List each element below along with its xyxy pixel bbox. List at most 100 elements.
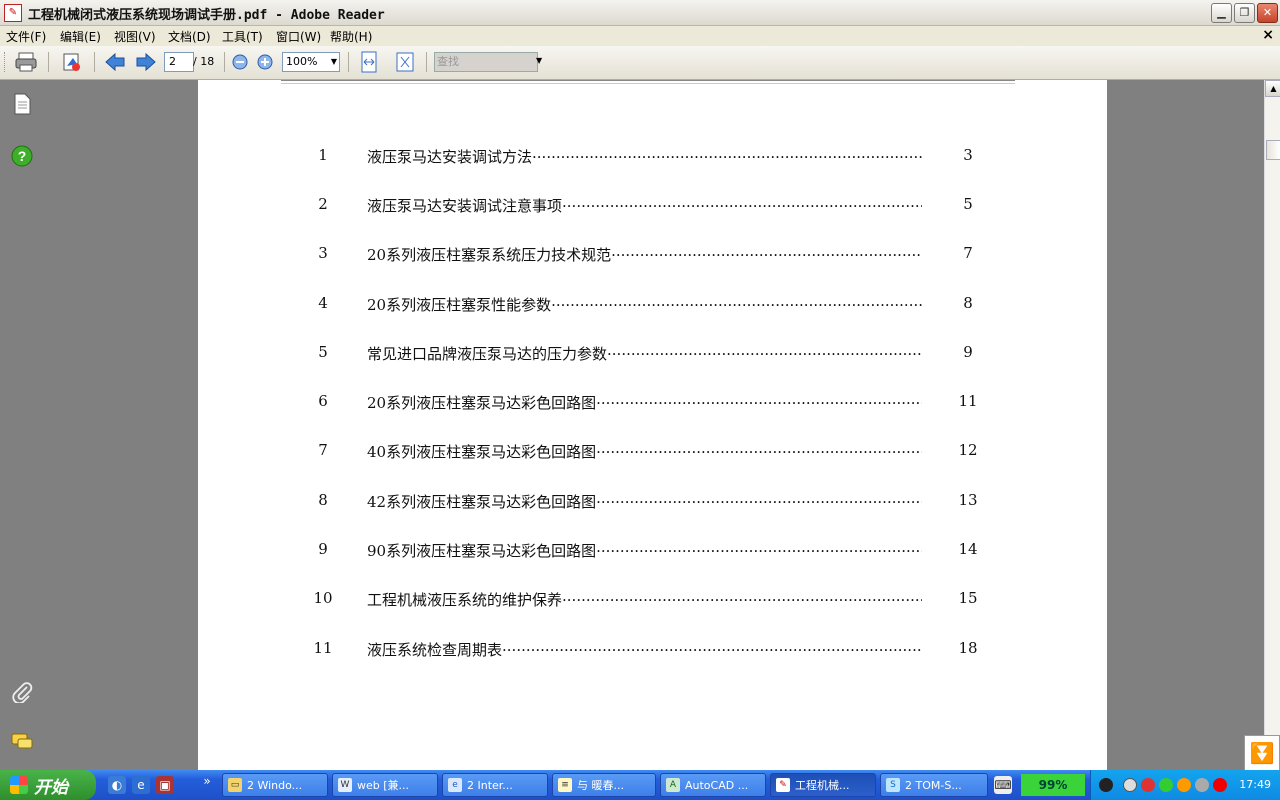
taskbar-item[interactable]: S 2 TOM-S...	[880, 773, 988, 797]
zoom-out-icon[interactable]	[229, 51, 251, 73]
toc-title: 20系列液压柱塞泵马达彩色回路图························…	[367, 394, 922, 412]
comments-icon[interactable]	[10, 730, 34, 754]
toc-row[interactable]: 3 20系列液压柱塞泵系统压力技术规范·····················…	[198, 244, 1107, 266]
show-desktop-icon[interactable]: ◐	[108, 776, 126, 794]
menu-bar: 文件(F) 编辑(E) 视图(V) 文档(D) 工具(T) 窗口(W) 帮助(H…	[0, 26, 1280, 46]
toc-page: 5	[963, 195, 973, 213]
toc-number: 4	[318, 294, 328, 312]
start-label: 开始	[34, 777, 68, 798]
scroll-up-icon[interactable]: ▲	[1265, 80, 1280, 97]
toolbar-grip[interactable]	[4, 52, 8, 72]
keyboard-icon[interactable]: ⌨	[994, 776, 1012, 794]
antivirus-icon[interactable]	[1213, 778, 1227, 792]
attachment-icon[interactable]	[10, 680, 34, 704]
toc-title: 液压泵马达安装调试注意事项···························…	[367, 197, 922, 215]
toc-page: 12	[958, 441, 978, 459]
pdf-icon: ✎	[4, 4, 22, 22]
taskbar-item-label: AutoCAD ...	[685, 779, 749, 792]
start-button[interactable]: 开始	[0, 770, 96, 800]
zoom-select[interactable]: 100% ▼	[282, 52, 340, 72]
toc-title: 工程机械液压系统的维护保养···························…	[367, 591, 922, 609]
word-icon: W	[338, 778, 352, 792]
toc-page: 15	[958, 589, 978, 607]
menu-tools[interactable]: 工具(T)	[222, 28, 263, 45]
toc-row[interactable]: 8 42系列液压柱塞泵马达彩色回路图······················…	[198, 491, 1107, 513]
taskbar-item-label: 工程机械...	[795, 779, 850, 792]
close-button[interactable]: ✕	[1257, 3, 1278, 23]
restore-button[interactable]: ❐	[1234, 3, 1255, 23]
minimize-button[interactable]: ▁	[1211, 3, 1232, 23]
document-close-icon[interactable]: ×	[1262, 27, 1274, 43]
volume-icon[interactable]	[1195, 778, 1209, 792]
toc-title: 常见进口品牌液压泵马达的压力参数························…	[367, 345, 922, 363]
toc-title: 20系列液压柱塞泵性能参数···························…	[367, 296, 922, 314]
toc-row[interactable]: 11 液压系统检查周期表····························…	[198, 639, 1107, 661]
qq-icon[interactable]	[1177, 778, 1191, 792]
windows-logo-icon	[10, 776, 28, 794]
toc-number: 5	[318, 343, 328, 361]
toc-row[interactable]: 5 常见进口品牌液压泵马达的压力参数······················…	[198, 343, 1107, 365]
taskbar-item-label: 2 TOM-S...	[905, 779, 962, 792]
skype-icon: S	[886, 778, 900, 792]
chevron-right-icon[interactable]: »	[198, 772, 216, 790]
vertical-scrollbar[interactable]: ▲	[1264, 80, 1280, 770]
taskbar-item[interactable]: ≡ 与 暖春...	[552, 773, 656, 797]
document-page[interactable]: 1 液压泵马达安装调试方法···························…	[198, 80, 1107, 770]
taskbar-item-label: web [兼...	[357, 779, 410, 792]
toc-number: 7	[318, 441, 328, 459]
toc-page: 3	[963, 146, 973, 164]
toc-row[interactable]: 7 40系列液压柱塞泵马达彩色回路图······················…	[198, 441, 1107, 463]
toc-row[interactable]: 9 90系列液压柱塞泵马达彩色回路图······················…	[198, 540, 1107, 562]
security-icon[interactable]	[1141, 778, 1155, 792]
menu-edit[interactable]: 编辑(E)	[60, 28, 101, 45]
toc-row[interactable]: 4 20系列液压柱塞泵性能参数·························…	[198, 294, 1107, 316]
sign-icon[interactable]	[58, 51, 86, 73]
svg-text:?: ?	[18, 148, 27, 164]
battery-indicator: 99%	[1021, 774, 1085, 796]
full-screen-icon[interactable]	[392, 51, 418, 73]
navigation-pane: ?	[0, 80, 44, 770]
menu-document[interactable]: 文档(D)	[168, 28, 211, 45]
fit-width-icon[interactable]	[356, 51, 382, 73]
menu-window[interactable]: 窗口(W)	[276, 28, 321, 45]
ie-icon[interactable]: e	[132, 776, 150, 794]
menu-view[interactable]: 视图(V)	[114, 28, 156, 45]
print-icon[interactable]	[12, 51, 40, 73]
clock: 17:49	[1239, 778, 1271, 791]
previous-page-icon[interactable]	[102, 51, 128, 73]
toc-number: 8	[318, 491, 328, 509]
zoom-in-icon[interactable]	[254, 51, 276, 73]
download-arrow-icon[interactable]: ⏬	[1244, 735, 1280, 771]
toc-number: 2	[318, 195, 328, 213]
chevron-down-icon[interactable]: ▼	[536, 56, 542, 65]
toolbar-separator	[426, 52, 427, 72]
toc-row[interactable]: 1 液压泵马达安装调试方法···························…	[198, 146, 1107, 168]
chevron-left-icon[interactable]	[1123, 778, 1137, 792]
system-tray: 17:49	[1090, 770, 1280, 800]
next-page-icon[interactable]	[133, 51, 159, 73]
menu-file[interactable]: 文件(F)	[6, 28, 46, 45]
taskbar-item-active[interactable]: ✎ 工程机械...	[770, 773, 876, 797]
toc-page: 9	[963, 343, 973, 361]
taskbar-item-label: 2 Windo...	[247, 779, 303, 792]
ie-icon: e	[448, 778, 462, 792]
network-icon[interactable]	[1159, 778, 1173, 792]
scroll-thumb[interactable]	[1266, 140, 1280, 160]
pages-panel-icon[interactable]	[10, 92, 34, 116]
help-icon[interactable]: ?	[10, 144, 34, 168]
taskbar-item[interactable]: A AutoCAD ...	[660, 773, 766, 797]
toc-title: 40系列液压柱塞泵马达彩色回路图························…	[367, 443, 922, 461]
toc-number: 3	[318, 244, 328, 262]
toc-row[interactable]: 10 工程机械液压系统的维护保养························…	[198, 589, 1107, 611]
taskbar-item[interactable]: W web [兼...	[332, 773, 438, 797]
find-input[interactable]: 查找	[434, 52, 538, 72]
toc-row[interactable]: 6 20系列液压柱塞泵马达彩色回路图······················…	[198, 392, 1107, 414]
media-icon[interactable]: ▣	[156, 776, 174, 794]
table-border	[281, 80, 1015, 84]
power-icon[interactable]	[1099, 778, 1113, 792]
page-number-input[interactable]: 2	[164, 52, 194, 72]
menu-help[interactable]: 帮助(H)	[330, 28, 372, 45]
toc-row[interactable]: 2 液压泵马达安装调试注意事项·························…	[198, 195, 1107, 217]
taskbar-item[interactable]: ▭ 2 Windo...	[222, 773, 328, 797]
taskbar-item[interactable]: e 2 Inter...	[442, 773, 548, 797]
